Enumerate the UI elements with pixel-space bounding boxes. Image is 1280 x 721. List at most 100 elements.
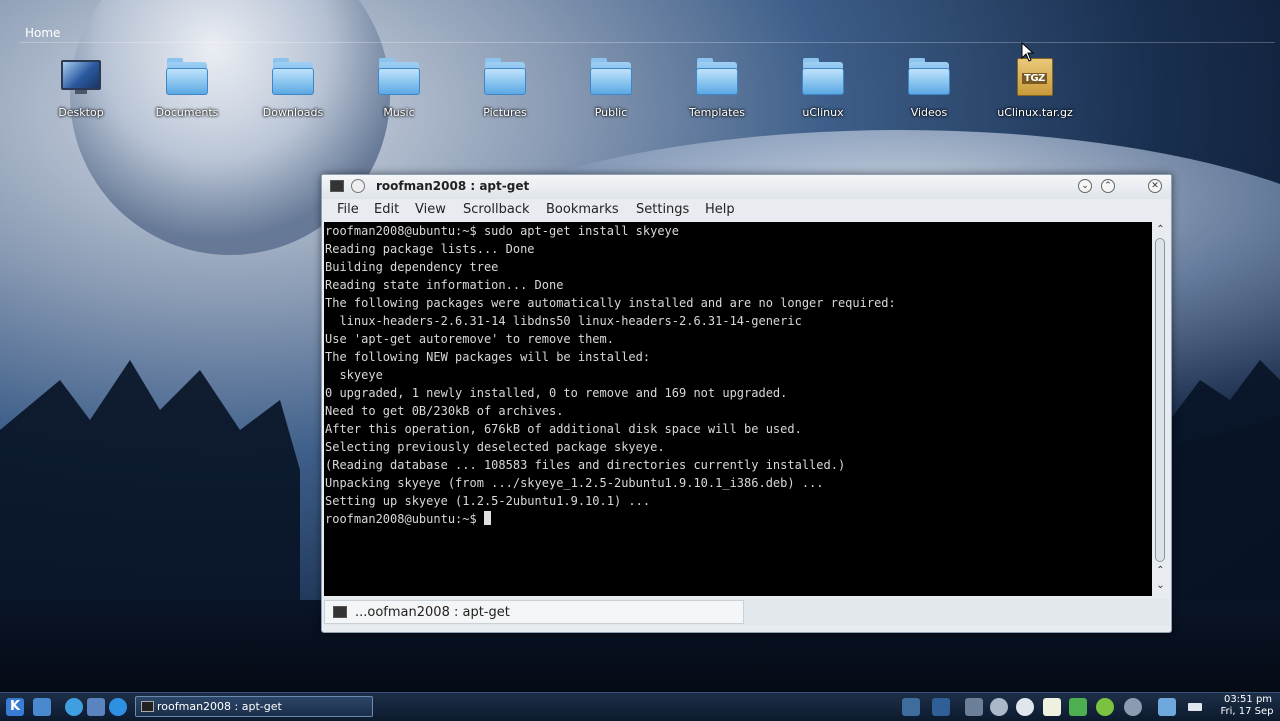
folder-icon — [483, 56, 527, 96]
terminal-line: Reading state information... Done — [325, 278, 564, 292]
terminal-line: skyeye — [325, 368, 383, 382]
terminal-line: Reading package lists... Done — [325, 242, 535, 256]
desktop-switch-icon[interactable] — [932, 698, 950, 716]
terminal-prompt-line: roofman2008@ubuntu:~$ — [325, 510, 1152, 528]
scroll-down-icon[interactable]: ⌄ — [1154, 579, 1167, 593]
terminal-line: The following packages were automaticall… — [325, 296, 896, 310]
desktop-icon-uclinux[interactable]: uClinux — [770, 56, 876, 126]
taskbar-panel: K roofman2008 : apt-get 03:51 pm Fri, 17… — [0, 692, 1280, 721]
folder-icon — [589, 56, 633, 96]
scroll-up-icon[interactable]: ⌃ — [1154, 564, 1167, 578]
desktop-icon-label: uClinux — [802, 106, 844, 119]
window-titlebar[interactable]: roofman2008 : apt-get ⌄ ⌃ ✕ — [322, 175, 1171, 200]
scrollbar-thumb[interactable] — [1155, 238, 1165, 562]
desktop-icon-uclinux-archive[interactable]: TGZ uClinux.tar.gz — [982, 56, 1088, 126]
menu-settings[interactable]: Settings — [636, 202, 689, 217]
web-browser-icon[interactable] — [65, 698, 83, 716]
desktop-icon-label: Videos — [910, 106, 948, 119]
terminal-prompt: roofman2008@ubuntu:~$ — [325, 512, 484, 526]
mouse-pointer-icon — [1021, 42, 1035, 62]
desktop-monitor-icon — [59, 56, 103, 96]
terminal-cursor — [483, 511, 491, 525]
browser-launcher-icon[interactable] — [109, 698, 127, 716]
window-title: roofman2008 : apt-get — [376, 179, 530, 193]
terminal-line: After this operation, 676kB of additiona… — [325, 422, 802, 436]
terminal-line: Setting up skyeye (1.2.5-2ubuntu1.9.10.1… — [325, 494, 651, 508]
package-manager-icon[interactable] — [1069, 698, 1087, 716]
menu-file[interactable]: File — [337, 202, 359, 217]
file-manager-icon[interactable] — [87, 698, 105, 716]
desktop-folder-title: Home — [25, 26, 61, 40]
kde-menu-icon[interactable]: K — [6, 698, 24, 716]
archive-icon: TGZ — [1013, 56, 1057, 96]
konsole-window: roofman2008 : apt-get ⌄ ⌃ ✕ File Edit Vi… — [321, 174, 1172, 633]
terminal-line: (Reading database ... 108583 files and d… — [325, 458, 846, 472]
desktop-icon-templates[interactable]: Templates — [664, 56, 770, 126]
menu-scrollback[interactable]: Scrollback — [463, 202, 530, 217]
desktop-icon-label: Desktop — [58, 106, 104, 119]
terminal-line: The following NEW packages will be insta… — [325, 350, 651, 364]
terminal-line: roofman2008@ubuntu:~$ sudo apt-get insta… — [325, 224, 680, 238]
desktop-icon-label: Pictures — [483, 106, 527, 119]
folder-icon — [801, 56, 845, 96]
taskbar-task-konsole[interactable]: roofman2008 : apt-get — [135, 696, 373, 717]
folder-view-divider — [20, 42, 1275, 43]
menu-view[interactable]: View — [415, 202, 446, 217]
taskbar-task-label: roofman2008 : apt-get — [157, 700, 282, 713]
scroll-up-icon[interactable]: ⌃ — [1154, 223, 1167, 237]
session-tab-bar: ...oofman2008 : apt-get — [324, 599, 1169, 625]
folder-icon — [695, 56, 739, 96]
terminal-line: Use 'apt-get autoremove' to remove them. — [325, 332, 614, 346]
pager-icon[interactable] — [902, 698, 920, 716]
desktop-icon-documents[interactable]: Documents — [134, 56, 240, 126]
desktop-icon-label: Music — [383, 106, 415, 119]
terminal-tab-icon — [333, 606, 347, 618]
terminal-line: Building dependency tree — [325, 260, 499, 274]
desktop-icon-videos[interactable]: Videos — [876, 56, 982, 126]
clock-date[interactable]: Fri, 17 Sep — [1216, 706, 1278, 717]
terminal-line: 0 upgraded, 1 newly installed, 0 to remo… — [325, 386, 788, 400]
desktop-icon-label: Downloads — [262, 106, 324, 119]
desktop-icon-desktop[interactable]: Desktop — [28, 56, 134, 126]
window-menu-icon[interactable] — [351, 179, 365, 193]
menu-bookmarks[interactable]: Bookmarks — [546, 202, 619, 217]
session-tab[interactable]: ...oofman2008 : apt-get — [324, 600, 744, 624]
menu-edit[interactable]: Edit — [374, 202, 399, 217]
desktop-icon-public[interactable]: Public — [558, 56, 664, 126]
network-icon[interactable] — [990, 698, 1008, 716]
clock-time[interactable]: 03:51 pm — [1218, 694, 1278, 705]
session-tab-label: ...oofman2008 : apt-get — [355, 605, 510, 620]
folder-icon — [271, 56, 315, 96]
desktop-icon-label: Documents — [155, 106, 219, 119]
notifications-icon[interactable] — [1158, 698, 1176, 716]
updates-icon[interactable] — [1016, 698, 1034, 716]
minimize-button[interactable]: ⌄ — [1078, 179, 1092, 193]
folder-icon — [907, 56, 951, 96]
folder-icon — [377, 56, 421, 96]
terminal-line: Need to get 0B/230kB of archives. — [325, 404, 564, 418]
terminal-line: Selecting previously deselected package … — [325, 440, 665, 454]
terminal-line: Unpacking skyeye (from .../skyeye_1.2.5-… — [325, 476, 824, 490]
maximize-button[interactable]: ⌃ — [1101, 179, 1115, 193]
terminal-task-icon — [141, 701, 154, 712]
info-icon[interactable] — [1124, 698, 1142, 716]
terminal-output[interactable]: roofman2008@ubuntu:~$ sudo apt-get insta… — [324, 222, 1152, 596]
desktop-icon-label: Public — [594, 106, 628, 119]
clipboard-icon[interactable] — [1043, 698, 1061, 716]
terminal-line: linux-headers-2.6.31-14 libdns50 linux-h… — [325, 314, 802, 328]
terminal-scrollbar[interactable]: ⌃ ⌃ ⌄ — [1152, 222, 1169, 596]
settings-gear-icon[interactable] — [1096, 698, 1114, 716]
desktop-icon-label: Templates — [689, 106, 745, 119]
battery-icon[interactable] — [1188, 703, 1202, 711]
archive-badge: TGZ — [1022, 73, 1047, 84]
desktop-icon-pictures[interactable]: Pictures — [452, 56, 558, 126]
desktop-icon-music[interactable]: Music — [346, 56, 452, 126]
terminal-app-icon[interactable] — [330, 180, 344, 192]
menu-help[interactable]: Help — [705, 202, 735, 217]
show-desktop-icon[interactable] — [33, 698, 51, 716]
desktop-icon-label: uClinux.tar.gz — [997, 106, 1073, 119]
volume-icon[interactable] — [965, 698, 983, 716]
desktop-icon-downloads[interactable]: Downloads — [240, 56, 346, 126]
close-button[interactable]: ✕ — [1148, 179, 1162, 193]
menu-bar: File Edit View Scrollback Bookmarks Sett… — [322, 199, 1171, 221]
